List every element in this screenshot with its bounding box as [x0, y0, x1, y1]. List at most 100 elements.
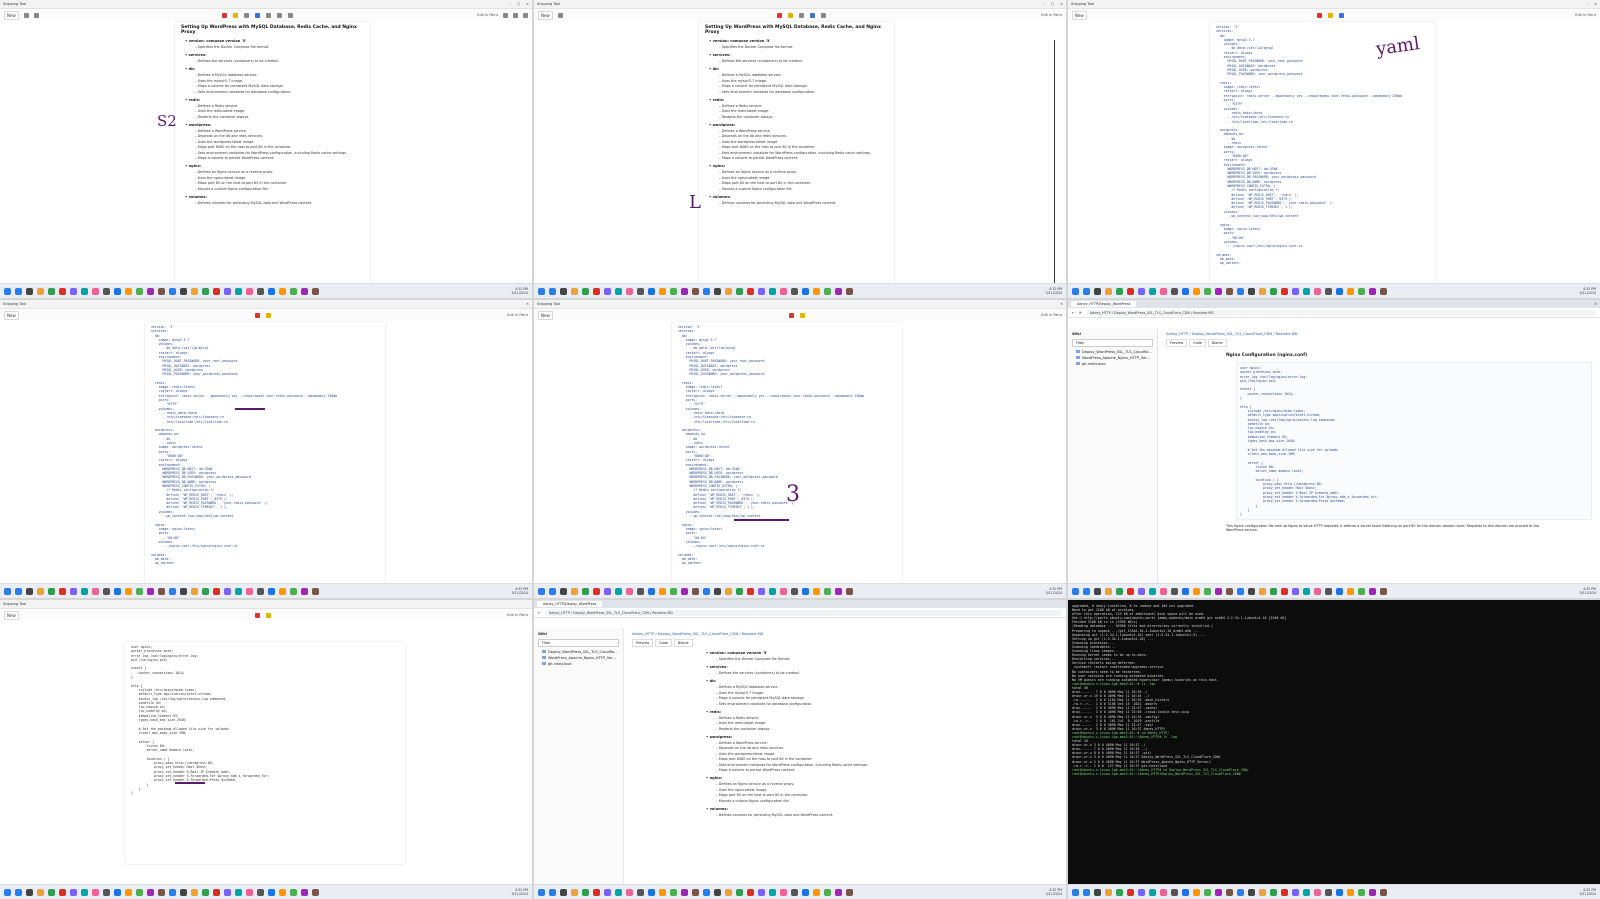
taskbar-app-icon[interactable] — [703, 888, 710, 896]
taskbar-app-icon[interactable] — [92, 587, 99, 595]
taskbar-app-icon[interactable] — [747, 287, 754, 295]
taskbar-app-icon[interactable] — [1237, 888, 1244, 896]
taskbar-app-icon[interactable] — [1215, 587, 1222, 595]
taskbar-app-icon[interactable] — [290, 888, 297, 896]
taskbar-app-icon[interactable] — [1116, 287, 1123, 295]
taskbar-app-icon[interactable] — [846, 587, 853, 595]
taskbar-app-icon[interactable] — [703, 287, 710, 295]
taskbar-app-icon[interactable] — [725, 888, 732, 896]
taskbar-app-icon[interactable] — [1160, 587, 1167, 595]
close-icon[interactable]: ✕ — [1060, 302, 1063, 306]
taskbar-app-icon[interactable] — [835, 888, 842, 896]
taskbar-app-icon[interactable] — [714, 888, 721, 896]
taskbar-app-icon[interactable] — [1127, 287, 1134, 295]
taskbar-app-icon[interactable] — [791, 287, 798, 295]
edit-paint-button[interactable]: Edit in Paint — [1041, 313, 1062, 317]
taskbar-app-icon[interactable] — [279, 287, 286, 295]
taskbar-app-icon[interactable] — [813, 587, 820, 595]
taskbar-app-icon[interactable] — [15, 587, 22, 595]
taskbar-app-icon[interactable] — [202, 888, 209, 896]
taskbar-app-icon[interactable] — [648, 287, 655, 295]
taskbar-app-icon[interactable] — [1281, 888, 1288, 896]
taskbar-app-icon[interactable] — [637, 587, 644, 595]
taskbar-app-icon[interactable] — [725, 287, 732, 295]
edit-paint-button[interactable]: Edit in Paint — [507, 313, 528, 317]
taskbar-app-icon[interactable] — [769, 587, 776, 595]
taskbar-app-icon[interactable] — [813, 287, 820, 295]
taskbar-app-icon[interactable] — [1160, 888, 1167, 896]
taskbar-app-icon[interactable] — [1369, 888, 1376, 896]
taskbar-app-icon[interactable] — [1193, 587, 1200, 595]
taskbar-app-icon[interactable] — [224, 888, 231, 896]
close-icon[interactable]: ✕ — [526, 2, 529, 6]
taskbar-app-icon[interactable] — [1314, 587, 1321, 595]
taskbar-app-icon[interactable] — [1105, 587, 1112, 595]
taskbar-app-icon[interactable] — [114, 587, 121, 595]
taskbar-app-icon[interactable] — [26, 888, 33, 896]
taskbar-app-icon[interactable] — [571, 287, 578, 295]
taskbar-app-icon[interactable] — [824, 587, 831, 595]
tree-item[interactable]: WordPress_Apache_Nginx_HTTP_Ser... — [1076, 356, 1153, 360]
windows-start-icon[interactable] — [538, 888, 545, 896]
taskbar-app-icon[interactable] — [312, 888, 319, 896]
back-icon[interactable]: ← — [538, 611, 541, 615]
taskbar-app-icon[interactable] — [37, 888, 44, 896]
taskbar-app-icon[interactable] — [1215, 888, 1222, 896]
taskbar-app-icon[interactable] — [191, 587, 198, 595]
taskbar-app-icon[interactable] — [681, 888, 688, 896]
taskbar-app-icon[interactable] — [1083, 888, 1090, 896]
taskbar-app-icon[interactable] — [736, 888, 743, 896]
taskbar-app-icon[interactable] — [180, 587, 187, 595]
taskbar-app-icon[interactable] — [593, 888, 600, 896]
taskbar-app-icon[interactable] — [125, 287, 132, 295]
new-button[interactable]: New — [4, 10, 19, 20]
taskbar-app-icon[interactable] — [213, 587, 220, 595]
close-icon[interactable]: ✕ — [526, 302, 529, 306]
taskbar-app-icon[interactable] — [235, 287, 242, 295]
taskbar-app-icon[interactable] — [158, 888, 165, 896]
taskbar-app-icon[interactable] — [59, 587, 66, 595]
taskbar-app-icon[interactable] — [224, 587, 231, 595]
delay-icon[interactable] — [33, 12, 39, 18]
taskbar-app-icon[interactable] — [48, 287, 55, 295]
taskbar-app-icon[interactable] — [1248, 888, 1255, 896]
crop-icon[interactable] — [821, 12, 827, 18]
taskbar-app-icon[interactable] — [1358, 587, 1365, 595]
taskbar-app-icon[interactable] — [147, 888, 154, 896]
taskbar-app-icon[interactable] — [1292, 587, 1299, 595]
taskbar-app-icon[interactable] — [1204, 587, 1211, 595]
taskbar-app-icon[interactable] — [1303, 587, 1310, 595]
taskbar-app-icon[interactable] — [582, 287, 589, 295]
taskbar-app-icon[interactable] — [1281, 287, 1288, 295]
taskbar-app-icon[interactable] — [1347, 287, 1354, 295]
edit-paint-button[interactable]: Edit in Paint — [477, 13, 498, 17]
taskbar-app-icon[interactable] — [301, 287, 308, 295]
minimize-icon[interactable]: – — [1586, 2, 1588, 6]
taskbar-app-icon[interactable] — [560, 287, 567, 295]
taskbar-app-icon[interactable] — [1094, 287, 1101, 295]
breadcrumb[interactable]: Adney_HTTP / Deploy_WordPress_SSL_TLS_Cl… — [1166, 332, 1592, 336]
taskbar-app-icon[interactable] — [1380, 888, 1387, 896]
taskbar-app-icon[interactable] — [648, 888, 655, 896]
taskbar-app-icon[interactable] — [681, 287, 688, 295]
taskbar-app-icon[interactable] — [659, 587, 666, 595]
taskbar-app-icon[interactable] — [791, 888, 798, 896]
taskbar-app-icon[interactable] — [1336, 888, 1343, 896]
taskbar-app-icon[interactable] — [824, 287, 831, 295]
taskbar-app-icon[interactable] — [1127, 587, 1134, 595]
pen-icon[interactable] — [777, 12, 783, 18]
taskbar-app-icon[interactable] — [213, 888, 220, 896]
taskbar-app-icon[interactable] — [582, 888, 589, 896]
taskbar-app-icon[interactable] — [1215, 287, 1222, 295]
taskbar-app-icon[interactable] — [92, 287, 99, 295]
taskbar-app-icon[interactable] — [736, 587, 743, 595]
taskbar-app-icon[interactable] — [758, 587, 765, 595]
taskbar-app-icon[interactable] — [1259, 587, 1266, 595]
taskbar-app-icon[interactable] — [802, 287, 809, 295]
taskbar-app-icon[interactable] — [1127, 888, 1134, 896]
taskbar-app-icon[interactable] — [626, 587, 633, 595]
taskbar-app-icon[interactable] — [571, 888, 578, 896]
taskbar-app-icon[interactable] — [1314, 287, 1321, 295]
share-icon[interactable] — [523, 12, 528, 18]
windows-start-icon[interactable] — [4, 888, 11, 896]
